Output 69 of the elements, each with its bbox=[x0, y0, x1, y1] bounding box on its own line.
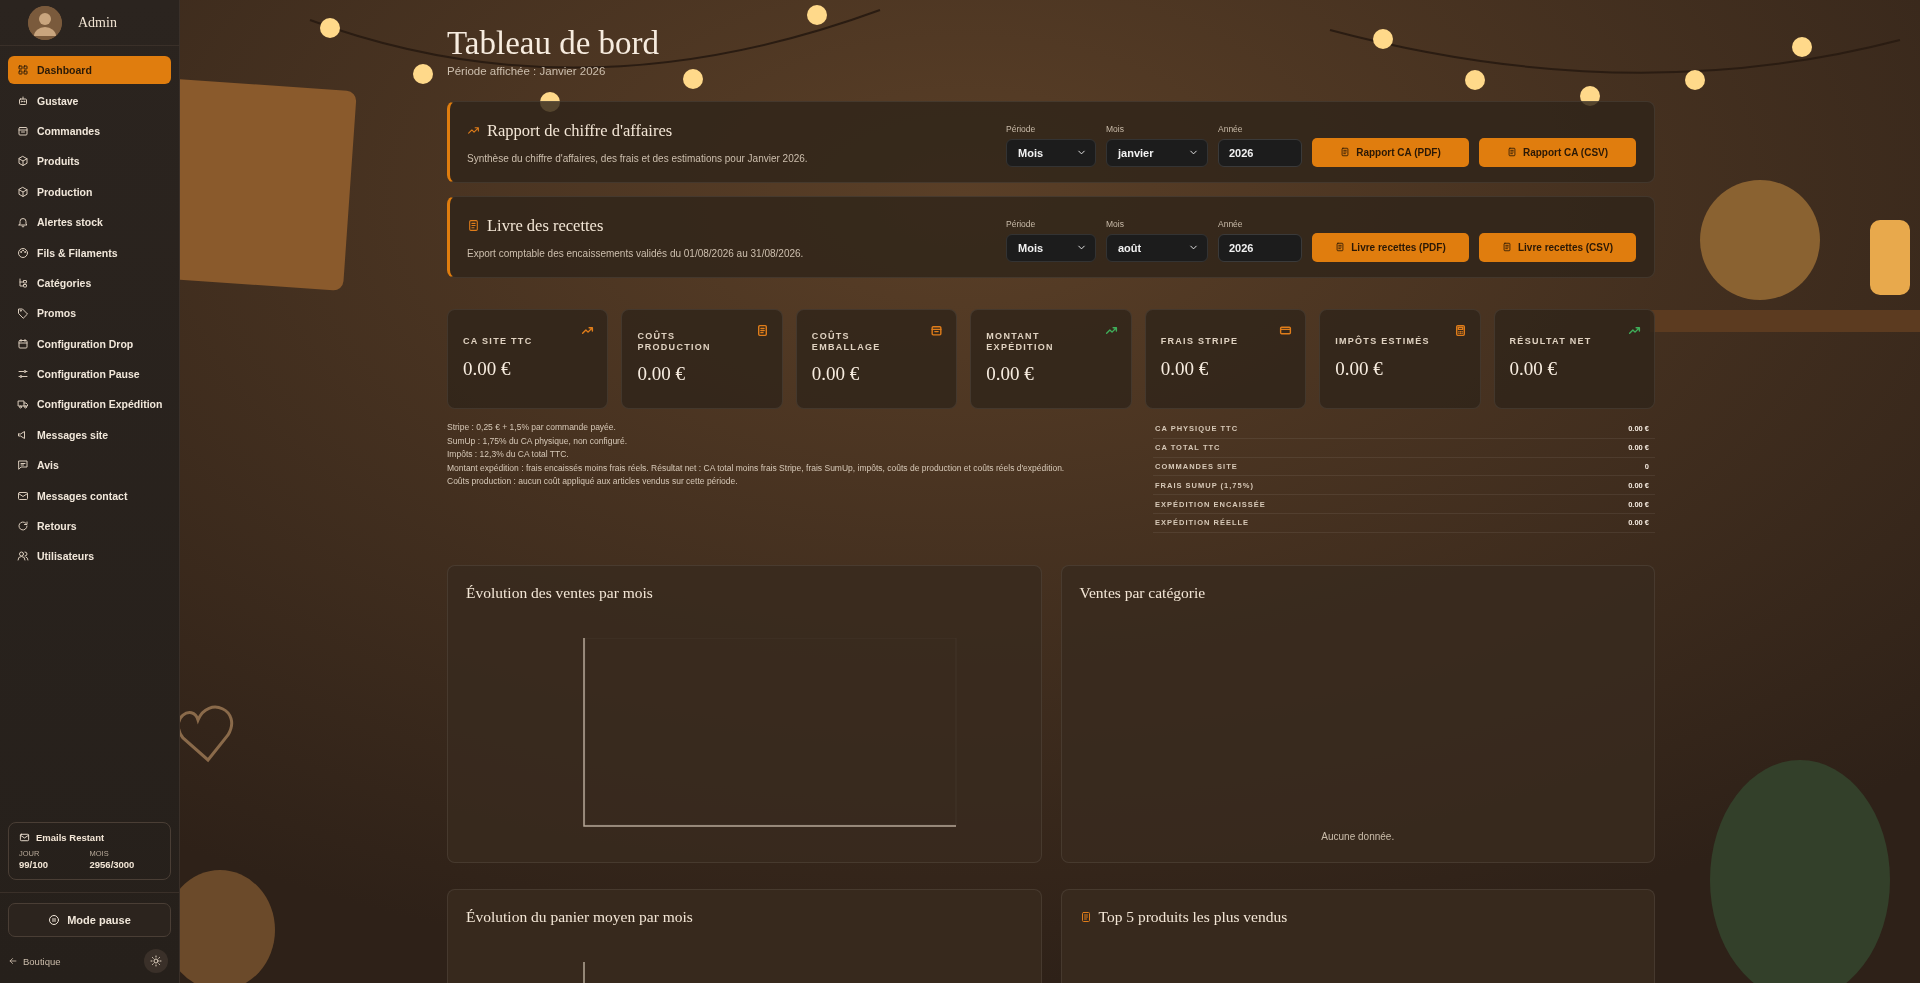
sidebar-item[interactable]: Commandes bbox=[8, 116, 171, 146]
sidebar-item[interactable]: Promos bbox=[8, 299, 171, 328]
sidebar-item[interactable]: Messages contact bbox=[8, 481, 171, 510]
kpi-value: 0.00 € bbox=[463, 357, 512, 380]
sidebar-item[interactable]: Dashboard bbox=[8, 56, 171, 85]
export-button[interactable]: Livre recettes (PDF) bbox=[1312, 232, 1469, 262]
note-text: Impôts : 12,3% du CA total TTC. bbox=[447, 449, 570, 459]
pause-button[interactable]: Mode pause bbox=[8, 903, 171, 937]
user-name: Admin bbox=[78, 14, 117, 31]
sidebar-item[interactable]: Configuration Pause bbox=[8, 359, 171, 389]
field-label: Année bbox=[1218, 218, 1244, 229]
sidebar-item[interactable]: Configuration Expédition bbox=[8, 390, 171, 419]
sidebar-item[interactable]: Alertes stock bbox=[8, 207, 171, 237]
kpi-label: IMPÔTS ESTIMÉS bbox=[1335, 336, 1431, 348]
report-description: Synthèse du chiffre d'affaires, des frais et des estimations pour Janvier 2026. bbox=[467, 152, 809, 164]
field-label: Période bbox=[1006, 123, 1037, 134]
year-field[interactable]: 2026 bbox=[1218, 233, 1302, 262]
sidebar-item[interactable]: Catégories bbox=[8, 268, 171, 298]
kpi-value: 0.00 € bbox=[1509, 357, 1559, 380]
field-label: Mois bbox=[1106, 123, 1125, 134]
field-label: Période bbox=[1006, 218, 1037, 229]
sidebar-item[interactable]: Avis bbox=[8, 451, 171, 480]
month-select[interactable]: janvier bbox=[1106, 138, 1208, 167]
chart-title: Évolution des ventes par mois bbox=[466, 583, 653, 602]
report-title: Livre des recettes bbox=[487, 215, 604, 236]
back-link[interactable]: Boutique bbox=[8, 955, 61, 967]
kpi-label: COÛTS EMBALLAGE bbox=[811, 330, 882, 354]
sidebar-item[interactable]: Utilisateurs bbox=[8, 542, 171, 571]
sidebar-item[interactable]: Messages site bbox=[8, 420, 171, 450]
year-field[interactable]: 2026 bbox=[1218, 138, 1302, 167]
emails-title: Emails Restant bbox=[36, 832, 105, 843]
sidebar-item[interactable]: Configuration Drop bbox=[8, 329, 171, 358]
page-subtitle: Période affichée : Janvier 2026 bbox=[447, 65, 607, 77]
kpi-value: 0.00 € bbox=[811, 363, 861, 386]
kpi-value: 0.00 € bbox=[1160, 357, 1210, 380]
kpi-label: CA SITE TTC bbox=[463, 336, 534, 348]
sidebar-item[interactable]: Production bbox=[8, 177, 171, 206]
kpi-value: 0.00 € bbox=[986, 363, 1035, 386]
period-select[interactable]: Mois bbox=[1006, 233, 1096, 262]
field-label: Mois bbox=[1106, 218, 1125, 229]
month-select[interactable]: août bbox=[1106, 233, 1208, 262]
kpi-value: 0.00 € bbox=[1335, 357, 1384, 380]
kpi-label: RÉSULTAT NET bbox=[1509, 336, 1593, 348]
kpi-label: FRAIS STRIPE bbox=[1160, 336, 1240, 348]
note-text: Stripe : 0,25 € + 1,5% par commande payée. bbox=[447, 422, 617, 432]
sidebar-item[interactable]: Gustave bbox=[8, 86, 171, 115]
note-text: Coûts production : aucun coût appliqué aux articles vendus sur cette période. bbox=[447, 476, 739, 486]
export-button[interactable]: Rapport CA (PDF) bbox=[1312, 137, 1469, 167]
kpi-value: 0.00 € bbox=[637, 363, 686, 386]
chart-title: Top 5 produits les plus vendus bbox=[1098, 907, 1288, 926]
sidebar-item[interactable]: Fils & Filaments bbox=[8, 238, 171, 267]
note-text: Montant expédition : frais encaissés moins frais réels. Résultat net : CA total moins frais Stripe, frais SumUp, impôts, coûts de production et coûts réels d'expédition. bbox=[447, 462, 1065, 473]
kpi-label: MONTANT EXPÉDITION bbox=[986, 330, 1055, 354]
empty-message: Aucune donnée. bbox=[1321, 830, 1395, 842]
sidebar-item[interactable]: Produits bbox=[8, 147, 171, 176]
period-select[interactable]: Mois bbox=[1006, 138, 1096, 167]
note-text: SumUp : 1,75% du CA physique, non configuré. bbox=[447, 435, 629, 446]
report-description: Export comptable des encaissements validés du 01/08/2026 au 31/08/2026. bbox=[467, 247, 805, 259]
report-title: Rapport de chiffre d'affaires bbox=[487, 120, 673, 141]
chart-title: Évolution du panier moyen par mois bbox=[466, 907, 693, 926]
stat-value: 99/100 bbox=[19, 859, 50, 870]
export-button[interactable]: Livre recettes (CSV) bbox=[1479, 232, 1636, 262]
stat-value: 2956/3000 bbox=[89, 859, 136, 870]
page-title: Tableau de bord bbox=[447, 24, 661, 62]
sidebar-item[interactable]: Retours bbox=[8, 511, 171, 541]
field-label: Année bbox=[1218, 123, 1244, 134]
export-button[interactable]: Rapport CA (CSV) bbox=[1479, 137, 1636, 167]
chart-title: Ventes par catégorie bbox=[1079, 583, 1206, 602]
kpi-label: COÛTS PRODUCTION bbox=[637, 330, 712, 354]
